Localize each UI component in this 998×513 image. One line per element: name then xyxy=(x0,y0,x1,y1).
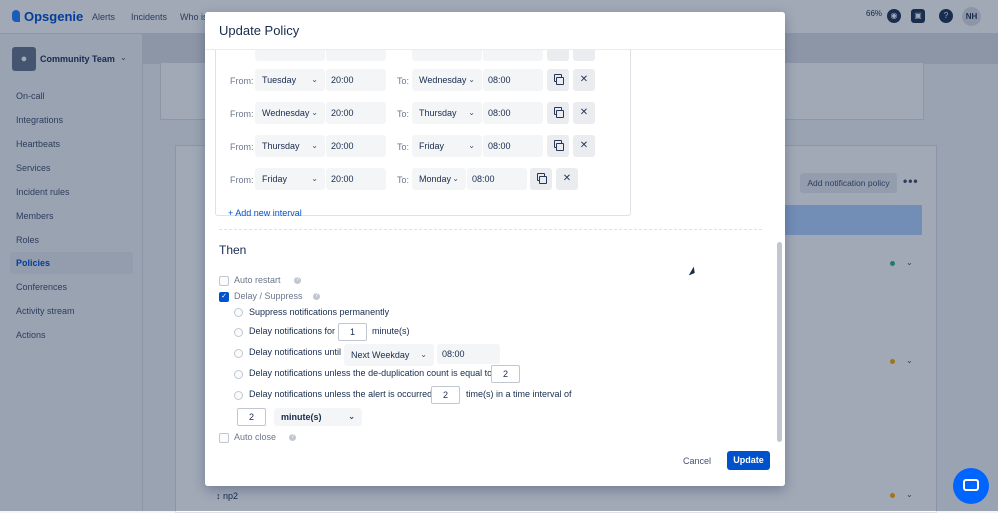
dialog-scrollbar[interactable] xyxy=(777,242,782,442)
to-day-select[interactable] xyxy=(412,50,482,61)
to-day-select[interactable]: Friday ⌄ xyxy=(412,135,482,157)
update-button[interactable]: Update xyxy=(727,451,770,470)
help-icon[interactable]: ? xyxy=(289,434,296,441)
delay-for-label: Delay notifications for xyxy=(249,326,336,336)
duplicate-interval-button[interactable] xyxy=(530,168,552,190)
close-icon: ✕ xyxy=(562,173,572,184)
dedup-count-radio[interactable] xyxy=(234,370,243,379)
chat-icon xyxy=(963,479,979,491)
add-new-interval-link[interactable]: + Add new interval xyxy=(228,208,302,218)
then-heading: Then xyxy=(219,243,247,257)
to-label: To: xyxy=(397,175,410,185)
help-icon[interactable]: ? xyxy=(294,277,301,284)
delay-suppress-checkbox[interactable]: ✓ xyxy=(219,292,229,302)
auto-close-checkbox[interactable] xyxy=(219,433,229,443)
chevron-down-icon: ⌄ xyxy=(311,108,318,117)
suppress-permanently-radio[interactable] xyxy=(234,308,243,317)
delay-until-time-input[interactable]: 08:00 xyxy=(437,344,500,364)
time-interval-input[interactable]: 2 xyxy=(237,408,266,426)
auto-close-label: Auto close xyxy=(234,432,277,442)
remove-interval-button[interactable]: ✕ xyxy=(556,168,578,190)
remove-interval-button[interactable]: ✕ xyxy=(573,69,595,91)
to-time-input[interactable]: 08:00 xyxy=(467,168,527,190)
duplicate-interval-button[interactable] xyxy=(547,102,569,124)
chevron-down-icon: ⌄ xyxy=(468,75,475,84)
dialog-header: Update Policy xyxy=(205,12,785,50)
from-time-input[interactable]: 20:00 xyxy=(326,135,386,157)
to-day-select[interactable]: Wednesday ⌄ xyxy=(412,69,482,91)
delay-until-label: Delay notifications until xyxy=(249,347,342,357)
remove-interval-button[interactable]: ✕ xyxy=(573,135,595,157)
section-divider xyxy=(219,229,762,230)
to-label: To: xyxy=(397,76,410,86)
delay-until-select[interactable]: Next Weekday ⌄ xyxy=(344,344,434,366)
chevron-down-icon: ⌄ xyxy=(468,141,475,150)
from-label: From: xyxy=(230,142,254,152)
from-day-select[interactable]: Thursday ⌄ xyxy=(255,135,325,157)
remove-interval-button[interactable]: ✕ xyxy=(573,102,595,124)
close-icon: ✕ xyxy=(579,140,589,151)
from-label: From: xyxy=(230,76,254,86)
from-time-input[interactable]: 20:00 xyxy=(326,69,386,91)
suppress-permanently-label: Suppress notifications permanently xyxy=(249,307,390,317)
copy-icon xyxy=(553,140,564,151)
checkmark-icon: ✓ xyxy=(221,293,227,300)
delay-for-input[interactable]: 1 xyxy=(338,323,367,341)
occurred-label: Delay notifications unless the alert is … xyxy=(249,389,433,399)
chevron-down-icon: ⌄ xyxy=(468,108,475,117)
copy-icon xyxy=(553,107,564,118)
time-restriction-panel: From: Tuesday ⌄ 20:00 To: Wednesday ⌄ 08:0… xyxy=(215,50,631,216)
to-time-input[interactable]: 08:00 xyxy=(483,135,543,157)
delay-for-unit: minute(s) xyxy=(372,326,410,336)
chat-widget-button[interactable] xyxy=(953,468,989,504)
occurred-suffix-label: time(s) in a time interval of xyxy=(466,389,572,399)
from-day-select[interactable]: Tuesday ⌄ xyxy=(255,69,325,91)
chevron-down-icon: ⌄ xyxy=(348,412,355,421)
delay-until-radio[interactable] xyxy=(234,349,243,358)
dialog-footer: Cancel Update xyxy=(205,445,785,486)
duplicate-interval-button[interactable] xyxy=(547,69,569,91)
from-time-input[interactable]: 20:00 xyxy=(326,102,386,124)
auto-restart-checkbox[interactable] xyxy=(219,276,229,286)
copy-icon xyxy=(536,173,547,184)
close-icon: ✕ xyxy=(579,74,589,85)
from-label: From: xyxy=(230,109,254,119)
chevron-down-icon: ⌄ xyxy=(420,350,427,359)
dialog-title: Update Policy xyxy=(219,23,300,38)
chevron-down-icon: ⌄ xyxy=(452,174,459,183)
duplicate-interval-button[interactable] xyxy=(547,135,569,157)
from-time-input[interactable]: 20:00 xyxy=(326,168,386,190)
chevron-down-icon: ⌄ xyxy=(311,174,318,183)
from-label: From: xyxy=(230,175,254,185)
to-time-input[interactable]: 08:00 xyxy=(483,69,543,91)
to-label: To: xyxy=(397,142,410,152)
to-day-select[interactable]: Monday ⌄ xyxy=(412,168,466,190)
occurred-radio[interactable] xyxy=(234,391,243,400)
delay-suppress-label: Delay / Suppress xyxy=(234,291,303,301)
delay-for-radio[interactable] xyxy=(234,328,243,337)
chevron-down-icon: ⌄ xyxy=(311,141,318,150)
dedup-count-input[interactable]: 2 xyxy=(491,365,520,383)
from-day-select[interactable]: Friday ⌄ xyxy=(255,168,325,190)
to-day-select[interactable]: Thursday ⌄ xyxy=(412,102,482,124)
auto-restart-label: Auto restart xyxy=(234,275,281,285)
from-time-input[interactable] xyxy=(326,50,386,61)
remove-interval-button[interactable] xyxy=(573,50,595,61)
copy-icon xyxy=(553,74,564,85)
to-time-input[interactable] xyxy=(483,50,543,61)
from-day-select[interactable] xyxy=(255,50,325,61)
chevron-down-icon: ⌄ xyxy=(311,75,318,84)
to-label: To: xyxy=(397,109,410,119)
close-icon: ✕ xyxy=(579,107,589,118)
dialog-body: From: Tuesday ⌄ 20:00 To: Wednesday ⌄ 08:0… xyxy=(205,50,785,444)
dedup-count-label: Delay notifications unless the de-duplic… xyxy=(249,368,493,378)
to-time-input[interactable]: 08:00 xyxy=(483,102,543,124)
from-day-select[interactable]: Wednesday ⌄ xyxy=(255,102,325,124)
duplicate-interval-button[interactable] xyxy=(547,50,569,61)
update-policy-dialog: From: Tuesday ⌄ 20:00 To: Wednesday ⌄ 08:0… xyxy=(205,12,785,486)
occurred-count-input[interactable]: 2 xyxy=(431,386,460,404)
help-icon[interactable]: ? xyxy=(313,293,320,300)
cancel-button[interactable]: Cancel xyxy=(683,456,711,466)
time-interval-unit-select[interactable]: minute(s) ⌄ xyxy=(274,408,362,426)
